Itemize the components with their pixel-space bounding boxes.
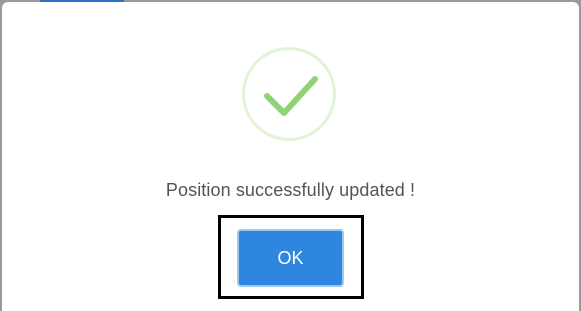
dialog-message: Position successfully updated ! xyxy=(165,180,416,200)
checkmark-icon xyxy=(264,76,318,116)
success-ring xyxy=(242,47,336,141)
success-dialog: Position successfully updated ! OK xyxy=(2,2,579,311)
ok-button[interactable]: OK xyxy=(237,229,344,287)
